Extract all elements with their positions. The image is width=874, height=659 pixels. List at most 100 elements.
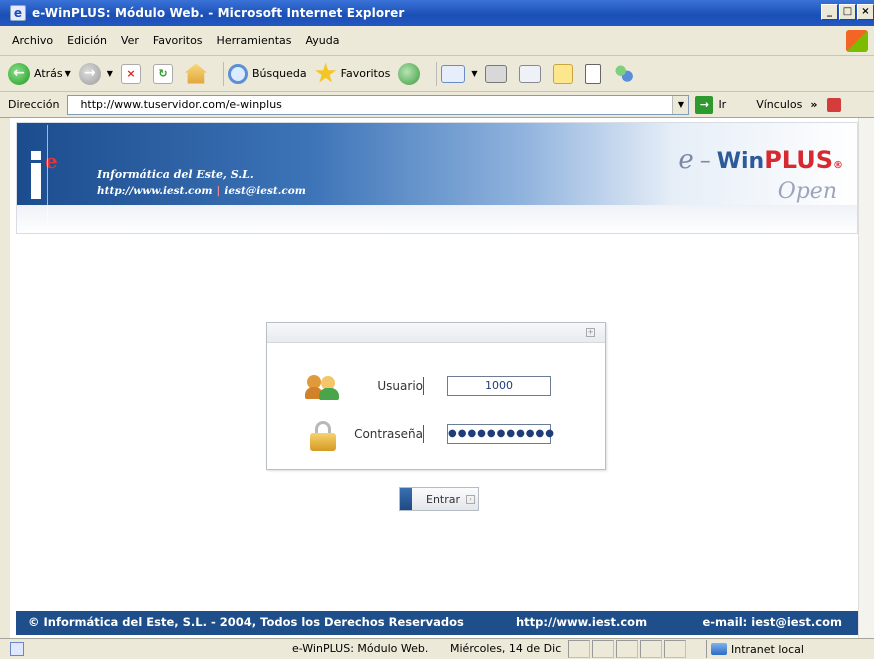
company-email[interactable]: iest@iest.com (224, 185, 306, 197)
windows-logo-icon (846, 30, 868, 52)
mail-button[interactable]: ▼ (441, 64, 477, 83)
menu-favoritos[interactable]: Favoritos (153, 34, 203, 47)
menu-edicion[interactable]: Edición (67, 34, 107, 47)
logo-i-dot (31, 151, 41, 160)
lock-icon (305, 421, 343, 451)
zone-label: Intranet local (731, 642, 804, 656)
go-button[interactable]: → Ir (695, 95, 727, 114)
close-button[interactable]: × (857, 4, 874, 20)
home-icon (184, 63, 207, 84)
company-name: Informática del Este, S.L. (97, 168, 254, 181)
company-web[interactable]: http://www.iest.com (97, 185, 213, 197)
brand-registered: ® (833, 160, 843, 171)
address-dropdown-icon[interactable]: ▼ (672, 95, 689, 114)
lock-icon-body (310, 433, 336, 451)
favorites-button[interactable]: Favoritos (315, 62, 391, 85)
status-pane (616, 640, 638, 658)
intranet-icon (711, 643, 727, 655)
status-pane (640, 640, 662, 658)
stop-button[interactable]: × (120, 63, 145, 84)
contact-divider: | (216, 185, 221, 197)
forward-dropdown-icon[interactable]: ▼ (107, 69, 113, 78)
page-status-icon (10, 642, 24, 656)
brand-open: Open (777, 179, 837, 204)
site-footer: © Informática del Este, S.L. - 2004, Tod… (16, 611, 858, 635)
links-button[interactable]: Vínculos » (756, 98, 817, 111)
go-arrow-icon: → (695, 95, 714, 114)
edit-icon (519, 64, 542, 83)
logo-i-stem (31, 163, 41, 199)
address-label: Dirección (8, 98, 60, 111)
status-date: Miércoles, 14 de Dic (450, 642, 562, 655)
messenger-button[interactable] (613, 62, 639, 85)
forward-arrow-icon: → (78, 62, 101, 85)
favorites-label: Favoritos (340, 67, 391, 80)
history-button[interactable] (398, 62, 424, 85)
button-accent-tab (400, 488, 412, 510)
mail-icon (441, 64, 466, 83)
print-icon (485, 64, 508, 83)
messenger-icon (613, 62, 636, 85)
security-zone[interactable]: Intranet local (706, 640, 874, 658)
company-info: Informática del Este, S.L. http://www.ie… (97, 167, 306, 199)
research-icon (585, 63, 602, 84)
mail-dropdown-icon[interactable]: ▼ (471, 69, 477, 78)
footer-url[interactable]: http://www.iest.com (516, 615, 647, 629)
links-extra-icon[interactable] (827, 97, 842, 112)
winplus-brand-logo: e – Win PLUS ® (678, 145, 843, 175)
banner-lower-band (17, 205, 857, 233)
window-title: e-WinPLUS: Módulo Web. - Microsoft Inter… (32, 6, 405, 20)
minimize-button[interactable]: _ (821, 4, 838, 20)
back-button[interactable]: ← Atrás ▼ (8, 62, 71, 85)
history-icon (398, 62, 421, 85)
menu-herramientas[interactable]: Herramientas (217, 34, 292, 47)
password-label: Contraseña (354, 427, 423, 441)
research-button[interactable] (585, 63, 605, 84)
discuss-button[interactable] (553, 63, 577, 84)
back-label: Atrás (34, 67, 63, 80)
back-dropdown-icon[interactable]: ▼ (65, 69, 71, 78)
brand-plus: PLUS (764, 146, 833, 174)
note-icon (553, 63, 574, 84)
stop-icon: × (120, 63, 141, 84)
brand-dash: – (699, 149, 711, 174)
login-panel-header: + (267, 323, 605, 343)
login-submit-button[interactable]: Entrar › (399, 487, 479, 511)
username-row: Usuario 1000 (267, 371, 607, 401)
address-input[interactable]: http://www.tuservidor.com/e-winplus ▼ (67, 94, 690, 115)
links-label: Vínculos (756, 98, 803, 111)
window-controls: _ □ × (820, 4, 874, 20)
ie-app-icon: e (10, 5, 26, 21)
menu-bar: Archivo Edición Ver Favoritos Herramient… (0, 26, 874, 56)
back-arrow-icon: ← (8, 62, 30, 85)
submit-arrow-icon: › (466, 494, 476, 504)
username-input[interactable]: 1000 (447, 376, 551, 396)
menu-ver[interactable]: Ver (121, 34, 139, 47)
print-button[interactable] (485, 64, 511, 83)
login-panel: + Usuario 1000 Contraseña ●●●●●●●●●●● (266, 322, 606, 470)
refresh-button[interactable]: ↻ (152, 63, 177, 84)
vertical-scrollbar[interactable] (858, 118, 874, 638)
search-label: Búsqueda (251, 67, 307, 80)
status-pane (592, 640, 614, 658)
links-chevron: » (810, 98, 818, 111)
users-icon (305, 373, 343, 401)
users-icon-body-2 (319, 388, 339, 400)
edit-button[interactable] (519, 64, 545, 83)
site-header-banner: e Informática del Este, S.L. http://www.… (16, 122, 858, 234)
password-input[interactable]: ●●●●●●●●●●● (447, 424, 554, 444)
brand-e: e (678, 145, 694, 175)
menu-ayuda[interactable]: Ayuda (305, 34, 339, 47)
forward-button[interactable]: → ▼ (78, 62, 113, 85)
status-bar: e-WinPLUS: Módulo Web. Miércoles, 14 de … (0, 638, 874, 659)
panel-toggle-icon[interactable]: + (586, 328, 595, 337)
address-bar: Dirección http://www.tuservidor.com/e-wi… (0, 92, 874, 118)
go-label: Ir (718, 98, 727, 111)
window-titlebar: e e-WinPLUS: Módulo Web. - Microsoft Int… (0, 0, 874, 26)
footer-email[interactable]: e-mail: iest@iest.com (702, 615, 842, 629)
maximize-button[interactable]: □ (839, 4, 856, 20)
menu-archivo[interactable]: Archivo (12, 34, 53, 47)
search-button[interactable]: Búsqueda (227, 63, 307, 84)
home-button[interactable] (184, 63, 211, 84)
banner-vertical-line (47, 125, 48, 229)
